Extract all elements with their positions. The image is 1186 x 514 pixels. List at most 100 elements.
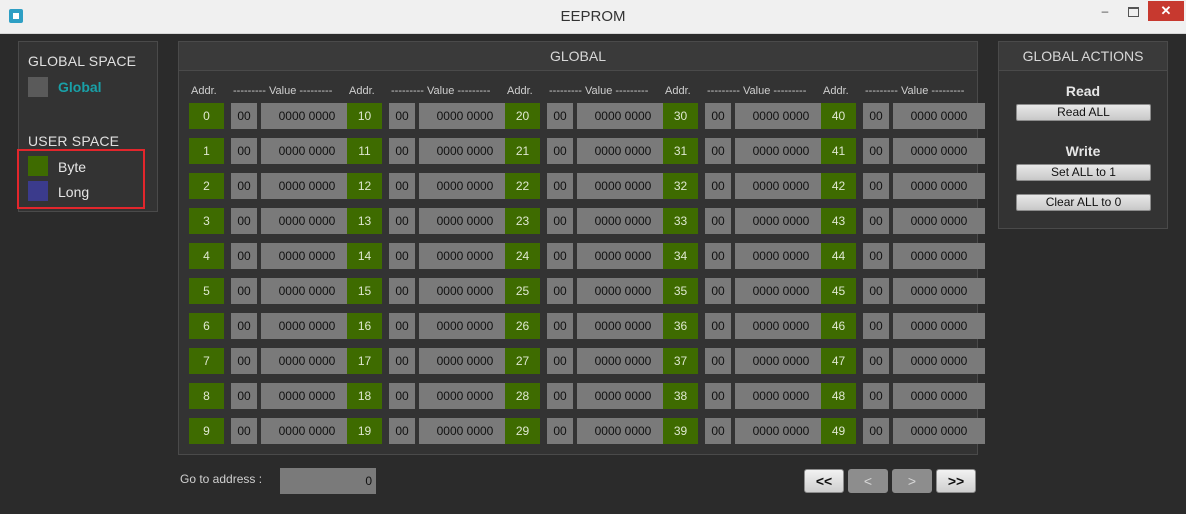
hex-value-cell[interactable]: 00 (705, 208, 731, 234)
binary-value-cell[interactable]: 0000 0000 (577, 138, 669, 164)
hex-value-cell[interactable]: 00 (389, 173, 415, 199)
hex-value-cell[interactable]: 00 (389, 208, 415, 234)
hex-value-cell[interactable]: 00 (863, 103, 889, 129)
binary-value-cell[interactable]: 0000 0000 (419, 138, 511, 164)
binary-value-cell[interactable]: 0000 0000 (735, 383, 827, 409)
address-cell[interactable]: 39 (663, 418, 698, 444)
hex-value-cell[interactable]: 00 (547, 173, 573, 199)
binary-value-cell[interactable]: 0000 0000 (419, 103, 511, 129)
address-cell[interactable]: 49 (821, 418, 856, 444)
binary-value-cell[interactable]: 0000 0000 (419, 208, 511, 234)
hex-value-cell[interactable]: 00 (863, 243, 889, 269)
hex-value-cell[interactable]: 00 (705, 348, 731, 374)
hex-value-cell[interactable]: 00 (389, 418, 415, 444)
binary-value-cell[interactable]: 0000 0000 (577, 103, 669, 129)
binary-value-cell[interactable]: 0000 0000 (735, 348, 827, 374)
set-all-button[interactable]: Set ALL to 1 (1016, 164, 1151, 181)
hex-value-cell[interactable]: 00 (547, 278, 573, 304)
hex-value-cell[interactable]: 00 (389, 243, 415, 269)
address-cell[interactable]: 38 (663, 383, 698, 409)
hex-value-cell[interactable]: 00 (547, 313, 573, 339)
hex-value-cell[interactable]: 00 (231, 418, 257, 444)
hex-value-cell[interactable]: 00 (863, 418, 889, 444)
read-all-button[interactable]: Read ALL (1016, 104, 1151, 121)
address-cell[interactable]: 6 (189, 313, 224, 339)
maximize-button[interactable] (1120, 1, 1146, 21)
binary-value-cell[interactable]: 0000 0000 (577, 278, 669, 304)
hex-value-cell[interactable]: 00 (389, 278, 415, 304)
hex-value-cell[interactable]: 00 (389, 383, 415, 409)
address-cell[interactable]: 12 (347, 173, 382, 199)
binary-value-cell[interactable]: 0000 0000 (735, 103, 827, 129)
hex-value-cell[interactable]: 00 (231, 138, 257, 164)
hex-value-cell[interactable]: 00 (231, 208, 257, 234)
address-cell[interactable]: 2 (189, 173, 224, 199)
hex-value-cell[interactable]: 00 (547, 243, 573, 269)
binary-value-cell[interactable]: 0000 0000 (419, 348, 511, 374)
address-cell[interactable]: 16 (347, 313, 382, 339)
binary-value-cell[interactable]: 0000 0000 (261, 208, 353, 234)
address-cell[interactable]: 14 (347, 243, 382, 269)
hex-value-cell[interactable]: 00 (547, 383, 573, 409)
address-cell[interactable]: 3 (189, 208, 224, 234)
goto-address-input[interactable]: 0 (280, 468, 376, 494)
address-cell[interactable]: 36 (663, 313, 698, 339)
address-cell[interactable]: 42 (821, 173, 856, 199)
binary-value-cell[interactable]: 0000 0000 (893, 138, 985, 164)
binary-value-cell[interactable]: 0000 0000 (893, 208, 985, 234)
hex-value-cell[interactable]: 00 (705, 278, 731, 304)
binary-value-cell[interactable]: 0000 0000 (419, 173, 511, 199)
address-cell[interactable]: 24 (505, 243, 540, 269)
binary-value-cell[interactable]: 0000 0000 (577, 243, 669, 269)
hex-value-cell[interactable]: 00 (231, 278, 257, 304)
binary-value-cell[interactable]: 0000 0000 (577, 348, 669, 374)
address-cell[interactable]: 0 (189, 103, 224, 129)
hex-value-cell[interactable]: 00 (705, 383, 731, 409)
binary-value-cell[interactable]: 0000 0000 (893, 278, 985, 304)
address-cell[interactable]: 17 (347, 348, 382, 374)
address-cell[interactable]: 30 (663, 103, 698, 129)
address-cell[interactable]: 27 (505, 348, 540, 374)
hex-value-cell[interactable]: 00 (389, 313, 415, 339)
hex-value-cell[interactable]: 00 (863, 278, 889, 304)
address-cell[interactable]: 22 (505, 173, 540, 199)
address-cell[interactable]: 40 (821, 103, 856, 129)
binary-value-cell[interactable]: 0000 0000 (577, 383, 669, 409)
binary-value-cell[interactable]: 0000 0000 (735, 208, 827, 234)
minimize-button[interactable]: – (1092, 1, 1118, 21)
address-cell[interactable]: 1 (189, 138, 224, 164)
address-cell[interactable]: 29 (505, 418, 540, 444)
hex-value-cell[interactable]: 00 (863, 383, 889, 409)
address-cell[interactable]: 41 (821, 138, 856, 164)
close-button[interactable]: ✕ (1148, 1, 1184, 21)
hex-value-cell[interactable]: 00 (231, 348, 257, 374)
binary-value-cell[interactable]: 0000 0000 (735, 418, 827, 444)
binary-value-cell[interactable]: 0000 0000 (419, 383, 511, 409)
binary-value-cell[interactable]: 0000 0000 (735, 173, 827, 199)
hex-value-cell[interactable]: 00 (863, 173, 889, 199)
hex-value-cell[interactable]: 00 (863, 348, 889, 374)
hex-value-cell[interactable]: 00 (863, 138, 889, 164)
hex-value-cell[interactable]: 00 (547, 348, 573, 374)
binary-value-cell[interactable]: 0000 0000 (893, 383, 985, 409)
address-cell[interactable]: 25 (505, 278, 540, 304)
binary-value-cell[interactable]: 0000 0000 (261, 418, 353, 444)
binary-value-cell[interactable]: 0000 0000 (261, 173, 353, 199)
address-cell[interactable]: 5 (189, 278, 224, 304)
binary-value-cell[interactable]: 0000 0000 (577, 418, 669, 444)
hex-value-cell[interactable]: 00 (863, 208, 889, 234)
binary-value-cell[interactable]: 0000 0000 (419, 278, 511, 304)
binary-value-cell[interactable]: 0000 0000 (893, 243, 985, 269)
hex-value-cell[interactable]: 00 (705, 243, 731, 269)
hex-value-cell[interactable]: 00 (547, 103, 573, 129)
binary-value-cell[interactable]: 0000 0000 (419, 313, 511, 339)
binary-value-cell[interactable]: 0000 0000 (893, 173, 985, 199)
address-cell[interactable]: 28 (505, 383, 540, 409)
address-cell[interactable]: 20 (505, 103, 540, 129)
hex-value-cell[interactable]: 00 (231, 103, 257, 129)
address-cell[interactable]: 33 (663, 208, 698, 234)
address-cell[interactable]: 11 (347, 138, 382, 164)
binary-value-cell[interactable]: 0000 0000 (261, 103, 353, 129)
address-cell[interactable]: 31 (663, 138, 698, 164)
address-cell[interactable]: 44 (821, 243, 856, 269)
